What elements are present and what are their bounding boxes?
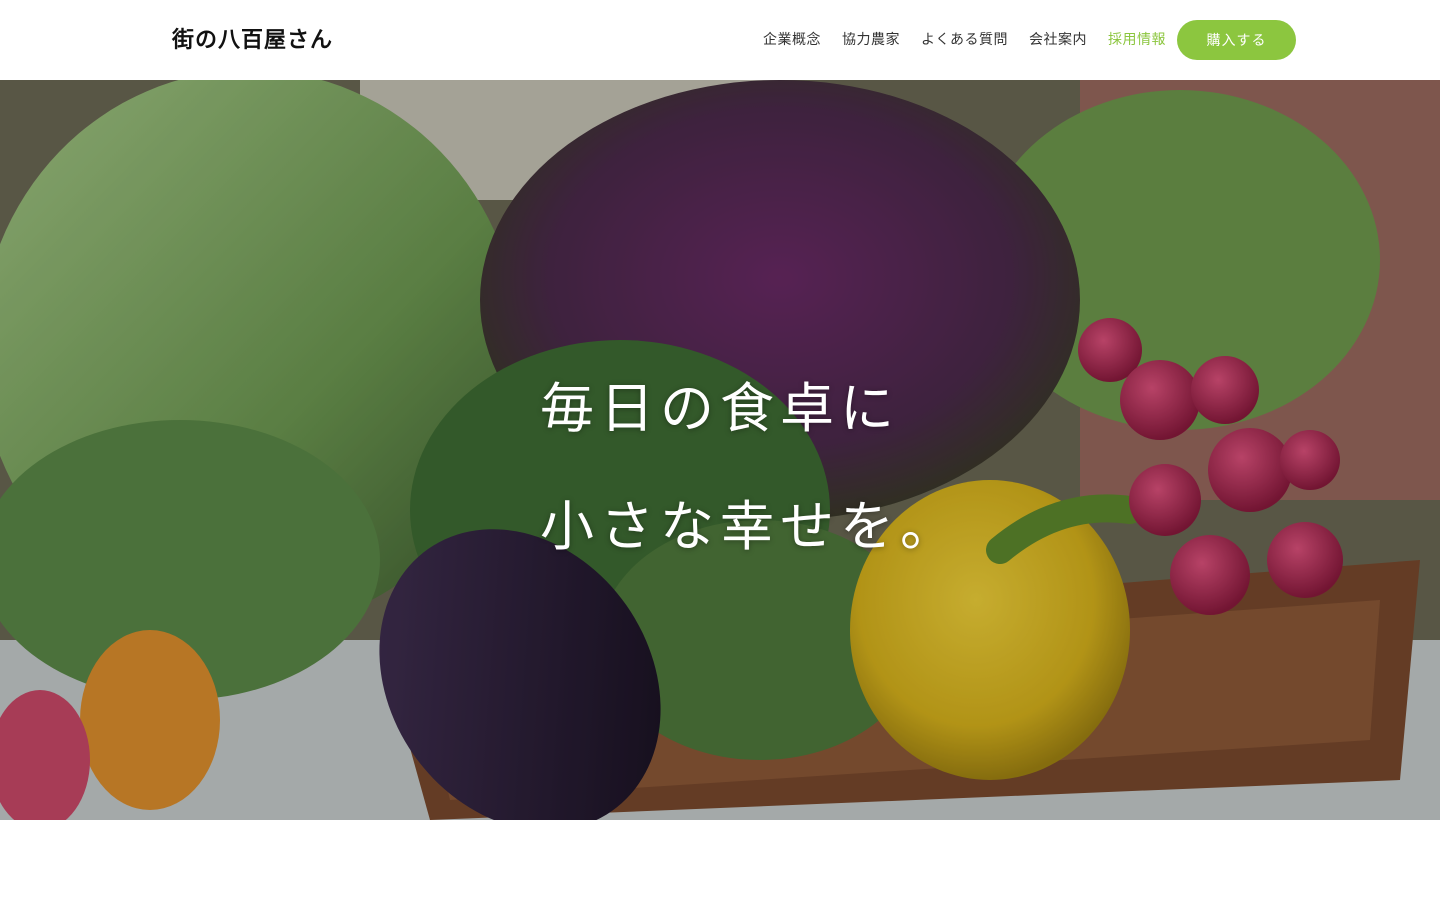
nav-link-partner-farmers[interactable]: 協力農家 — [842, 20, 900, 60]
buy-button[interactable]: 購入する — [1177, 20, 1296, 60]
site-logo[interactable]: 街の八百屋さん — [172, 24, 333, 56]
nav-link-faq[interactable]: よくある質問 — [921, 20, 1008, 60]
hero-catchphrase: 毎日の食卓に 小さな幸せを。 — [540, 350, 960, 586]
site-header: 街の八百屋さん 企業概念 協力農家 よくある質問 会社案内 採用情報 購入する — [0, 0, 1440, 80]
nav-link-company[interactable]: 会社案内 — [1029, 20, 1087, 60]
hero-section: 毎日の食卓に 小さな幸せを。 — [0, 80, 1440, 820]
content-area — [0, 820, 1440, 900]
nav-link-philosophy[interactable]: 企業概念 — [763, 20, 821, 60]
hero-line-2: 小さな幸せを。 — [540, 495, 960, 558]
nav-link-recruit[interactable]: 採用情報 — [1108, 20, 1166, 60]
hero-line-1: 毎日の食卓に — [540, 377, 900, 440]
global-nav: 企業概念 協力農家 よくある質問 会社案内 採用情報 購入する — [763, 20, 1296, 60]
